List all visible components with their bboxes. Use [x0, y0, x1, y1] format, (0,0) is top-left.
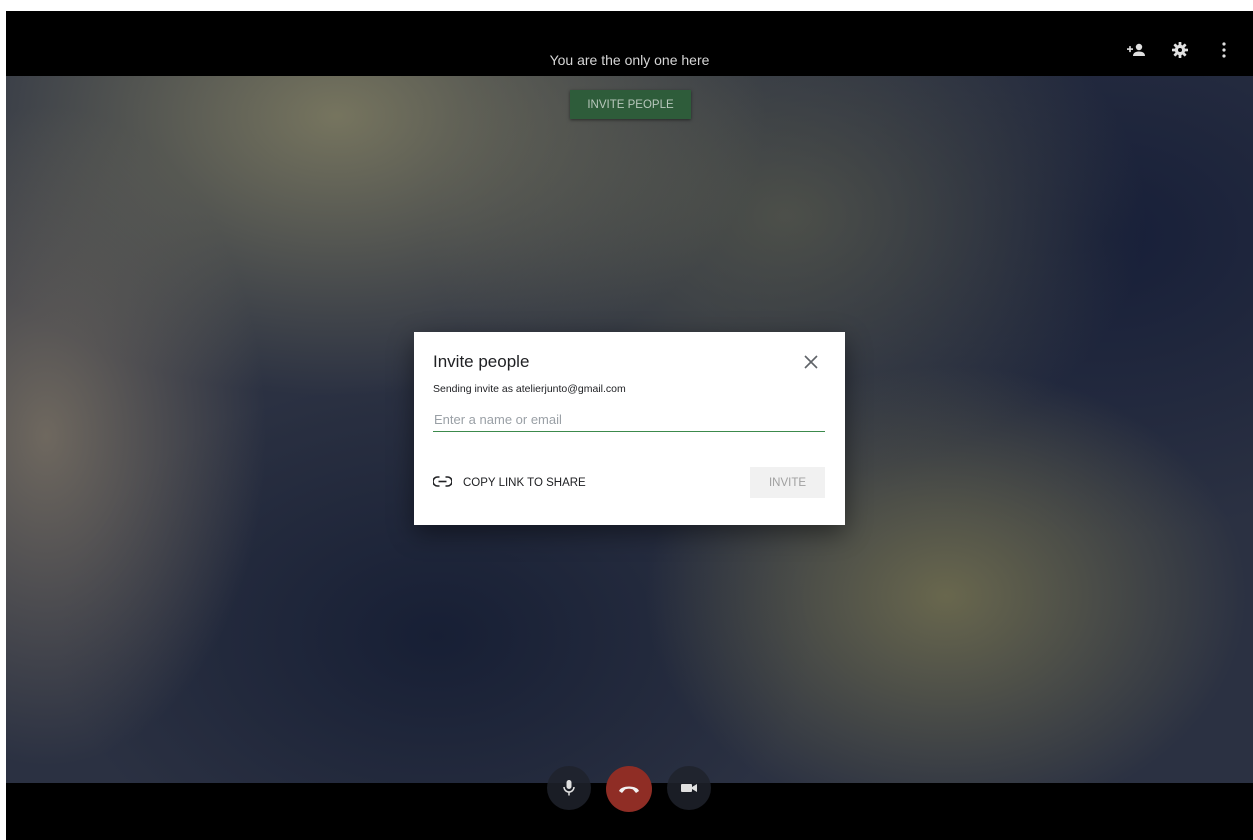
copy-link-button[interactable]: COPY LINK TO SHARE: [432, 474, 586, 492]
microphone-icon[interactable]: [547, 766, 591, 810]
name-or-email-input[interactable]: [433, 407, 825, 432]
close-icon[interactable]: [800, 351, 822, 373]
meeting-status-text: You are the only one here: [549, 52, 710, 68]
gear-icon[interactable]: [1169, 39, 1191, 61]
camera-icon[interactable]: [667, 766, 711, 810]
dialog-title: Invite people: [433, 352, 530, 371]
invite-people-dialog: Invite people Sending invite as atelierj…: [414, 332, 845, 525]
more-vert-icon[interactable]: [1213, 39, 1235, 61]
top-bar: You are the only one here: [6, 11, 1253, 76]
invite-button[interactable]: INVITE: [750, 467, 825, 498]
sender-info: Sending invite as atelierjunto@gmail.com: [433, 383, 626, 395]
hang-up-icon[interactable]: [606, 766, 652, 812]
add-person-icon[interactable]: [1125, 39, 1147, 61]
copy-link-label: COPY LINK TO SHARE: [463, 477, 586, 489]
top-icon-group: [1125, 39, 1235, 61]
invite-people-button[interactable]: INVITE PEOPLE: [570, 90, 691, 119]
meeting-window: You are the only one here INVITE PEOPLE …: [6, 11, 1253, 840]
link-icon: [432, 474, 453, 492]
